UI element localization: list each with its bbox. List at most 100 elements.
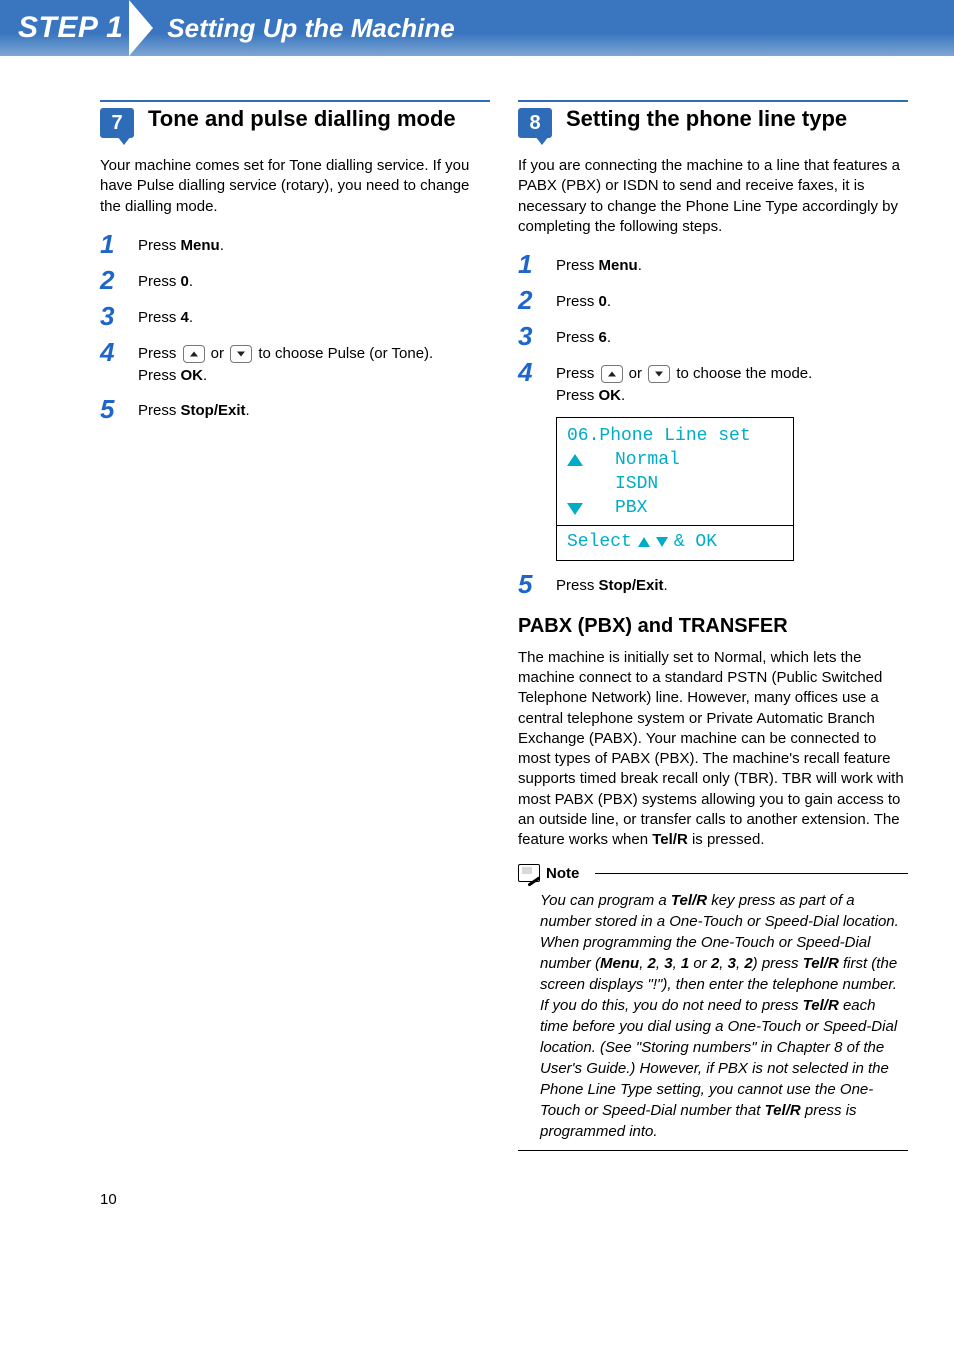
- key-name: Stop/Exit: [599, 577, 664, 594]
- down-arrow-icon: [656, 537, 668, 547]
- text: or: [625, 365, 647, 382]
- key-name: 1: [681, 955, 689, 972]
- subheading-pabx: PABX (PBX) and TRANSFER: [518, 615, 908, 638]
- text: Press: [556, 257, 599, 274]
- section-8-steps-cont: 5 Press Stop/Exit.: [518, 571, 908, 597]
- step-text: Press Menu.: [138, 231, 224, 257]
- note-head: Note: [518, 864, 908, 882]
- section-8-intro: If you are connecting the machine to a l…: [518, 156, 908, 237]
- step-number: 1: [100, 231, 120, 257]
- up-arrow-key-icon: [183, 345, 205, 363]
- key-name: Menu: [600, 955, 639, 972]
- key-name: 6: [599, 329, 607, 346]
- text: The machine is initially set to Normal, …: [518, 649, 904, 848]
- chevron-icon: [129, 0, 153, 56]
- key-name: OK: [599, 387, 622, 404]
- lcd-text: 06.Phone Line set: [567, 424, 751, 448]
- text: Press: [556, 329, 599, 346]
- step-row: 2 Press 0.: [100, 267, 490, 293]
- step-text: Press Menu.: [556, 251, 642, 277]
- rule: [595, 873, 908, 874]
- down-arrow-key-icon: [230, 345, 252, 363]
- step-row: 4 Press or to choose Pulse (or Tone). Pr…: [100, 339, 490, 387]
- key-name: 0: [181, 273, 189, 290]
- pabx-body: The machine is initially set to Normal, …: [518, 648, 908, 851]
- section-7-steps: 1 Press Menu. 2 Press 0. 3 Press 4. 4 Pr…: [100, 231, 490, 423]
- section-7-head: 7 Tone and pulse dialling mode: [100, 106, 490, 138]
- text: ,: [656, 955, 664, 972]
- step-row: 3 Press 6.: [518, 323, 908, 349]
- lcd-line: Normal: [567, 448, 783, 472]
- key-name: Menu: [181, 237, 220, 254]
- step-number: 5: [100, 396, 120, 422]
- key-name: Tel/R: [652, 831, 688, 848]
- step-text: Press 0.: [138, 267, 193, 293]
- step-number: 2: [100, 267, 120, 293]
- text: Press: [556, 387, 599, 404]
- text: Press: [138, 237, 181, 254]
- step-banner: STEP 1 Setting Up the Machine: [0, 0, 954, 56]
- text: You can program a: [540, 892, 671, 909]
- note-label: Note: [546, 865, 579, 882]
- down-arrow-icon: [567, 503, 583, 515]
- step-number: 4: [100, 339, 120, 365]
- key-name: OK: [181, 367, 204, 384]
- banner-title: Setting Up the Machine: [167, 13, 454, 44]
- rule: [518, 1150, 908, 1151]
- step-text: Press 0.: [556, 287, 611, 313]
- key-name: Tel/R: [803, 955, 839, 972]
- lcd-line: PBX: [567, 496, 783, 520]
- section-8-head: 8 Setting the phone line type: [518, 106, 908, 138]
- step-text: Press 6.: [556, 323, 611, 349]
- key-name: 2: [648, 955, 656, 972]
- step-row: 2 Press 0.: [518, 287, 908, 313]
- step-text: Press or to choose the mode. Press OK.: [556, 359, 812, 407]
- section-rule: [100, 100, 490, 102]
- section-8-steps: 1 Press Menu. 2 Press 0. 3 Press 6. 4 Pr…: [518, 251, 908, 407]
- key-name: Menu: [599, 257, 638, 274]
- section-rule: [518, 100, 908, 102]
- lcd-text: Select: [567, 530, 632, 554]
- key-name: 3: [728, 955, 736, 972]
- note-icon: [518, 864, 540, 882]
- section-title: Setting the phone line type: [566, 106, 847, 131]
- key-name: 0: [599, 293, 607, 310]
- up-arrow-icon: [638, 537, 650, 547]
- key-name: 3: [664, 955, 672, 972]
- text: ,: [719, 955, 727, 972]
- section-7-intro: Your machine comes set for Tone dialling…: [100, 156, 490, 217]
- text: Press: [138, 345, 181, 362]
- text: to choose Pulse (or Tone).: [254, 345, 433, 362]
- lcd-text: PBX: [591, 496, 647, 520]
- section-number-badge: 8: [518, 108, 552, 138]
- step-text: Press 4.: [138, 303, 193, 329]
- step-row: 5 Press Stop/Exit.: [518, 571, 908, 597]
- key-name: Tel/R: [803, 997, 839, 1014]
- step-label: STEP 1: [18, 11, 123, 45]
- key-name: 4: [181, 309, 189, 326]
- step-row: 4 Press or to choose the mode. Press OK.: [518, 359, 908, 407]
- step-number: 3: [518, 323, 538, 349]
- page-body: 7 Tone and pulse dialling mode Your mach…: [0, 56, 954, 1151]
- section-title: Tone and pulse dialling mode: [148, 106, 456, 131]
- up-arrow-icon: [567, 454, 583, 466]
- text: Press: [138, 367, 181, 384]
- lcd-footer: Select & OK: [557, 525, 793, 560]
- down-arrow-key-icon: [648, 365, 670, 383]
- right-column: 8 Setting the phone line type If you are…: [518, 100, 908, 1151]
- key-name: 2: [744, 955, 752, 972]
- text: Press: [556, 293, 599, 310]
- lcd-main: 06.Phone Line set Normal ISDN PBX: [557, 418, 793, 525]
- note-block: Note You can program a Tel/R key press a…: [518, 864, 908, 1151]
- lcd-display: 06.Phone Line set Normal ISDN PBX Select…: [556, 417, 794, 561]
- text: Press: [556, 577, 599, 594]
- step-text: Press or to choose Pulse (or Tone). Pres…: [138, 339, 433, 387]
- step-row: 5 Press Stop/Exit.: [100, 396, 490, 422]
- step-text: Press Stop/Exit.: [138, 396, 250, 422]
- text: ,: [639, 955, 647, 972]
- text: or: [689, 955, 711, 972]
- section-number-badge: 7: [100, 108, 134, 138]
- key-name: Stop/Exit: [181, 402, 246, 419]
- step-row: 1 Press Menu.: [518, 251, 908, 277]
- text: is pressed.: [688, 831, 765, 848]
